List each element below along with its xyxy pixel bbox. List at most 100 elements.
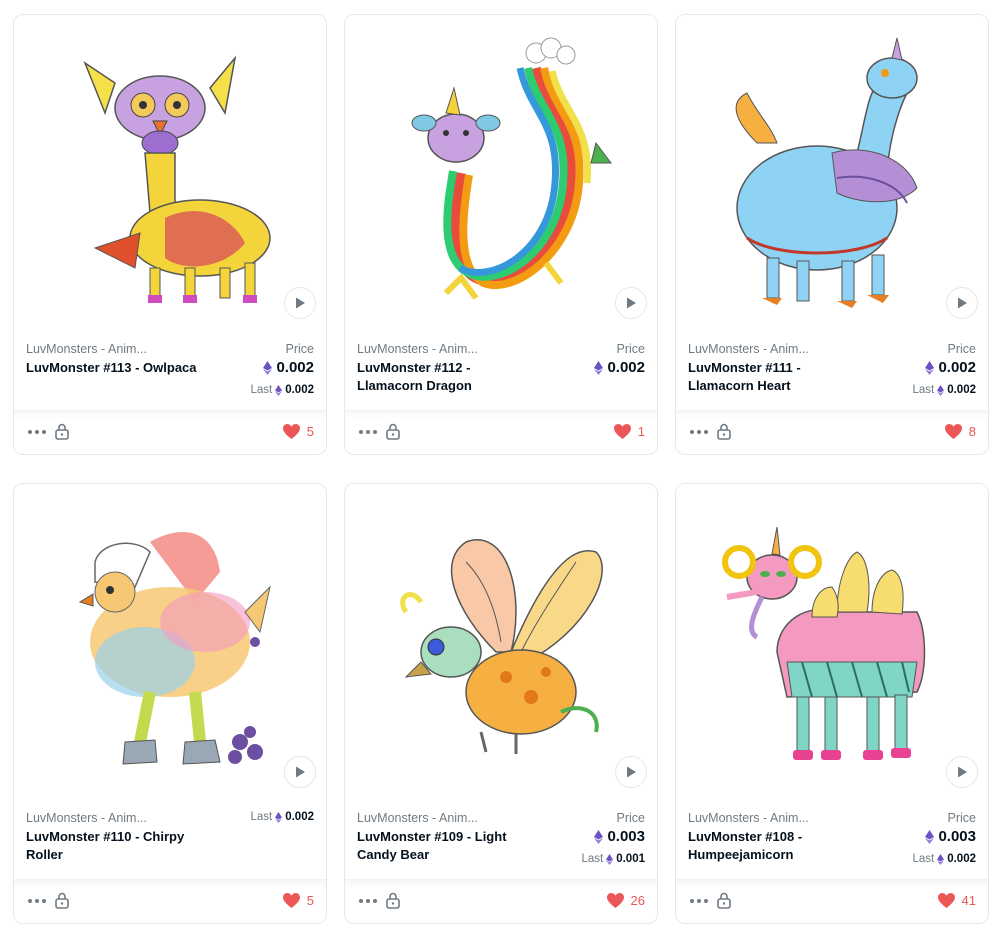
heart-icon — [282, 892, 300, 909]
play-icon — [627, 297, 636, 309]
nft-image[interactable] — [345, 15, 657, 340]
nft-card[interactable]: LuvMonsters - Anim... LuvMonster #108 - … — [675, 483, 989, 924]
last-label: Last — [912, 384, 935, 396]
card-info: LuvMonsters - Anim... LuvMonster #111 - … — [688, 342, 976, 410]
play-button[interactable] — [946, 756, 978, 788]
like-count: 1 — [637, 424, 645, 439]
favorite-button[interactable]: 8 — [944, 423, 976, 440]
price-amount: 0.002 — [607, 359, 645, 376]
last-amount: 0.002 — [285, 811, 314, 823]
nft-card[interactable]: LuvMonsters - Anim... LuvMonster #110 - … — [13, 483, 327, 924]
last-label: Last — [250, 384, 273, 396]
collection-name[interactable]: LuvMonsters - Anim... — [357, 811, 478, 825]
llamacorn-heart-artwork — [735, 37, 918, 308]
lock-icon[interactable] — [716, 422, 732, 440]
heart-icon — [944, 423, 962, 440]
card-footer: 8 — [676, 410, 988, 454]
collection-name[interactable]: LuvMonsters - Anim... — [26, 811, 147, 825]
collection-name[interactable]: LuvMonsters - Anim... — [26, 342, 147, 356]
favorite-button[interactable]: 1 — [613, 423, 645, 440]
card-info: LuvMonsters - Anim... LuvMonster #110 - … — [26, 811, 314, 879]
item-name[interactable]: LuvMonster #109 - Light Candy Bear — [357, 828, 532, 864]
price-value: 0.002 — [594, 359, 645, 376]
last-amount: 0.002 — [947, 384, 976, 396]
last-sale: Last 0.002 — [912, 384, 976, 396]
play-button[interactable] — [615, 287, 647, 319]
last-sale: Last 0.002 — [912, 853, 976, 865]
eth-icon — [594, 360, 604, 375]
more-options-icon[interactable] — [359, 425, 379, 439]
nft-card[interactable]: LuvMonsters - Anim... LuvMonster #111 - … — [675, 14, 989, 455]
heart-icon — [606, 892, 624, 909]
owlpaca-artwork — [83, 54, 271, 303]
last-label: Last — [581, 853, 604, 865]
more-options-icon[interactable] — [359, 894, 379, 908]
chirpy-roller-artwork — [78, 531, 271, 765]
play-button[interactable] — [946, 287, 978, 319]
card-info: LuvMonsters - Anim... LuvMonster #108 - … — [688, 811, 976, 879]
nft-image[interactable] — [676, 484, 988, 809]
humpeejamicorn-artwork — [722, 526, 926, 760]
more-options-icon[interactable] — [28, 425, 48, 439]
card-info: LuvMonsters - Anim... LuvMonster #109 - … — [357, 811, 645, 879]
card-footer: 41 — [676, 879, 988, 923]
nft-image[interactable] — [14, 484, 326, 809]
nft-card[interactable]: LuvMonsters - Anim... LuvMonster #109 - … — [344, 483, 658, 924]
eth-icon — [925, 829, 935, 844]
item-name[interactable]: LuvMonster #111 - Llamacorn Heart — [688, 359, 863, 395]
price-amount: 0.002 — [938, 359, 976, 376]
favorite-button[interactable]: 5 — [282, 423, 314, 440]
item-name[interactable]: LuvMonster #110 - Chirpy Roller — [26, 828, 201, 864]
item-name[interactable]: LuvMonster #108 - Humpeejamicorn — [688, 828, 863, 864]
heart-icon — [282, 423, 300, 440]
price-label: Price — [616, 342, 645, 356]
llamacorn-dragon-artwork — [411, 37, 612, 300]
card-footer: 5 — [14, 410, 326, 454]
play-icon — [958, 297, 967, 309]
like-count: 8 — [968, 424, 976, 439]
last-amount: 0.002 — [947, 853, 976, 865]
eth-icon — [275, 811, 283, 823]
more-options-icon[interactable] — [28, 894, 48, 908]
last-sale: Last 0.001 — [581, 853, 645, 865]
eth-icon — [937, 853, 945, 865]
lock-icon[interactable] — [54, 422, 70, 440]
favorite-button[interactable]: 5 — [282, 892, 314, 909]
nft-card[interactable]: LuvMonsters - Anim... LuvMonster #113 - … — [13, 14, 327, 455]
more-options-icon[interactable] — [690, 425, 710, 439]
eth-icon — [606, 853, 614, 865]
like-count: 5 — [306, 893, 314, 908]
more-options-icon[interactable] — [690, 894, 710, 908]
card-info: LuvMonsters - Anim... LuvMonster #113 - … — [26, 342, 314, 410]
collection-name[interactable]: LuvMonsters - Anim... — [688, 811, 809, 825]
collection-name[interactable]: LuvMonsters - Anim... — [357, 342, 478, 356]
play-icon — [958, 766, 967, 778]
last-label: Last — [250, 811, 273, 823]
nft-image[interactable] — [676, 15, 988, 340]
price-amount: 0.003 — [607, 828, 645, 845]
item-name[interactable]: LuvMonster #112 - Llamacorn Dragon — [357, 359, 532, 395]
last-sale: Last 0.002 — [250, 811, 314, 823]
play-icon — [296, 766, 305, 778]
like-count: 26 — [630, 893, 645, 908]
play-button[interactable] — [615, 756, 647, 788]
play-icon — [296, 297, 305, 309]
lock-icon[interactable] — [385, 422, 401, 440]
lock-icon[interactable] — [54, 891, 70, 909]
nft-card[interactable]: LuvMonsters - Anim... LuvMonster #112 - … — [344, 14, 658, 455]
play-button[interactable] — [284, 756, 316, 788]
heart-icon — [613, 423, 631, 440]
price-label: Price — [285, 342, 314, 356]
lock-icon[interactable] — [385, 891, 401, 909]
item-name[interactable]: LuvMonster #113 - Owlpaca — [26, 359, 201, 377]
nft-image[interactable] — [14, 15, 326, 340]
favorite-button[interactable]: 26 — [606, 892, 645, 909]
play-button[interactable] — [284, 287, 316, 319]
collection-name[interactable]: LuvMonsters - Anim... — [688, 342, 809, 356]
price-label: Price — [616, 811, 645, 825]
nft-image[interactable] — [345, 484, 657, 809]
lock-icon[interactable] — [716, 891, 732, 909]
price-amount: 0.003 — [938, 828, 976, 845]
favorite-button[interactable]: 41 — [937, 892, 976, 909]
price-value: 0.002 — [263, 359, 314, 376]
